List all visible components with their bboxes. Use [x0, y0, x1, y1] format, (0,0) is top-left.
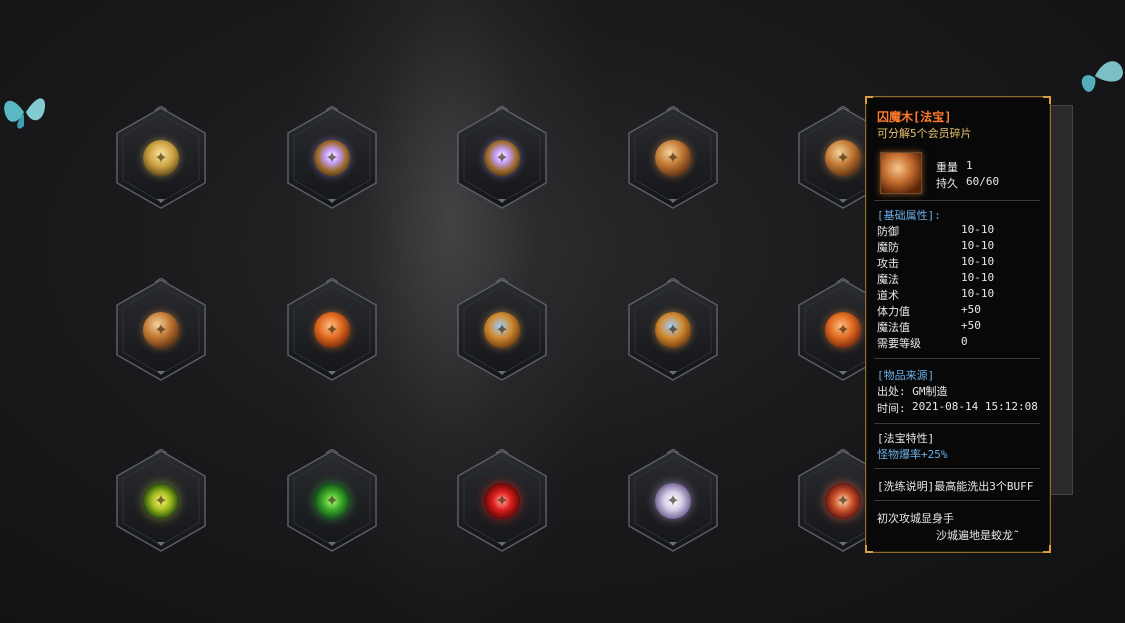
divider: [874, 423, 1040, 424]
artifact-gem-icon: ✦: [484, 483, 520, 519]
base-attributes-header: [基础属性]:: [877, 209, 941, 222]
artifact-slot[interactable]: ✦: [627, 106, 719, 210]
gem-emblem-icon: ✦: [154, 491, 168, 510]
artifact-slot[interactable]: ✦: [627, 449, 719, 553]
artifact-slot[interactable]: ✦: [115, 449, 207, 553]
artifact-slot[interactable]: ✦: [627, 278, 719, 382]
refine-note: [洗练说明]最高能洗出3个BUFF: [877, 480, 1034, 493]
stat-name: 道术: [877, 289, 899, 302]
source-origin: 出处: GM制造: [877, 385, 948, 398]
divider: [874, 500, 1040, 501]
stat-value: 10-10: [961, 271, 995, 284]
stat-name: 防御: [877, 225, 899, 238]
item-decompose-note: 可分解5个会员碎片: [877, 127, 972, 140]
artifact-slot[interactable]: ✦: [286, 278, 378, 382]
item-tooltip: 囚魔木[法宝] 可分解5个会员碎片 重量 1 持久 60/60 [基础属性]: …: [865, 96, 1051, 553]
artifact-slot[interactable]: ✦: [115, 106, 207, 210]
artifact-gem-icon: ✦: [484, 140, 520, 176]
durability-value: 60/60: [966, 175, 1000, 188]
artifact-slot[interactable]: ✦: [456, 106, 548, 210]
tooltip-corner: [865, 545, 873, 553]
divider: [874, 358, 1040, 359]
gem-emblem-icon: ✦: [325, 148, 339, 167]
stat-value: 10-10: [961, 255, 995, 268]
artifact-gem-icon: ✦: [655, 140, 691, 176]
artifact-slot[interactable]: ✦: [286, 106, 378, 210]
weight-label: 重量: [936, 161, 958, 174]
gem-emblem-icon: ✦: [154, 320, 168, 339]
artifact-gem-icon: ✦: [314, 312, 350, 348]
durability-label: 持久: [936, 177, 958, 190]
artifact-gem-icon: ✦: [143, 140, 179, 176]
gem-emblem-icon: ✦: [836, 491, 850, 510]
gem-emblem-icon: ✦: [495, 491, 509, 510]
gem-emblem-icon: ✦: [836, 320, 850, 339]
artifact-gem-icon: ✦: [143, 483, 179, 519]
stat-name: 攻击: [877, 257, 899, 270]
gem-emblem-icon: ✦: [666, 320, 680, 339]
gem-emblem-icon: ✦: [666, 148, 680, 167]
artifact-gem-icon: ✦: [655, 483, 691, 519]
divider: [874, 200, 1040, 201]
stat-name: 需要等级: [877, 337, 921, 350]
artifact-gem-icon: ✦: [314, 140, 350, 176]
feature-text: 怪物爆率+25%: [877, 448, 948, 461]
stat-value: 10-10: [961, 287, 995, 300]
gem-emblem-icon: ✦: [325, 320, 339, 339]
stat-value: +50: [961, 319, 981, 332]
source-time-label: 时间:: [877, 402, 906, 415]
poem-line-1: 初次攻城显身手: [877, 512, 954, 525]
gem-emblem-icon: ✦: [325, 491, 339, 510]
artifact-slot[interactable]: ✦: [456, 278, 548, 382]
artifact-gem-icon: ✦: [825, 140, 861, 176]
divider: [874, 468, 1040, 469]
butterfly-decoration-left: [4, 98, 46, 129]
tooltip-corner: [865, 96, 873, 104]
item-icon: [880, 152, 922, 194]
gem-emblem-icon: ✦: [154, 148, 168, 167]
stat-value: +50: [961, 303, 981, 316]
artifact-gem-icon: ✦: [143, 312, 179, 348]
artifact-slot[interactable]: ✦: [115, 278, 207, 382]
artifact-gem-icon: ✦: [314, 483, 350, 519]
stat-name: 魔法值: [877, 321, 910, 334]
stat-name: 体力值: [877, 305, 910, 318]
weight-value: 1: [966, 159, 973, 172]
source-time-value: 2021-08-14 15:12:08: [912, 400, 1038, 413]
stat-value: 10-10: [961, 223, 995, 236]
stat-name: 魔防: [877, 241, 899, 254]
item-name: 囚魔木[法宝]: [877, 110, 952, 124]
gem-emblem-icon: ✦: [836, 148, 850, 167]
tooltip-corner: [1043, 96, 1051, 104]
artifact-slot[interactable]: ✦: [456, 449, 548, 553]
feature-header: [法宝特性]: [877, 432, 935, 445]
butterfly-decoration-right: [1081, 61, 1123, 92]
gem-emblem-icon: ✦: [495, 320, 509, 339]
tooltip-corner: [1043, 545, 1051, 553]
gem-emblem-icon: ✦: [666, 491, 680, 510]
artifact-gem-icon: ✦: [825, 312, 861, 348]
artifact-gem-icon: ✦: [655, 312, 691, 348]
stat-value: 10-10: [961, 239, 995, 252]
artifact-slot[interactable]: ✦: [286, 449, 378, 553]
poem-line-2: 沙城遍地是蛟龙˜: [936, 529, 1020, 542]
source-header: [物品来源]: [877, 369, 935, 382]
artifact-gem-icon: ✦: [484, 312, 520, 348]
gem-emblem-icon: ✦: [495, 148, 509, 167]
artifact-gem-icon: ✦: [825, 483, 861, 519]
stat-value: 0: [961, 335, 968, 348]
stat-name: 魔法: [877, 273, 899, 286]
